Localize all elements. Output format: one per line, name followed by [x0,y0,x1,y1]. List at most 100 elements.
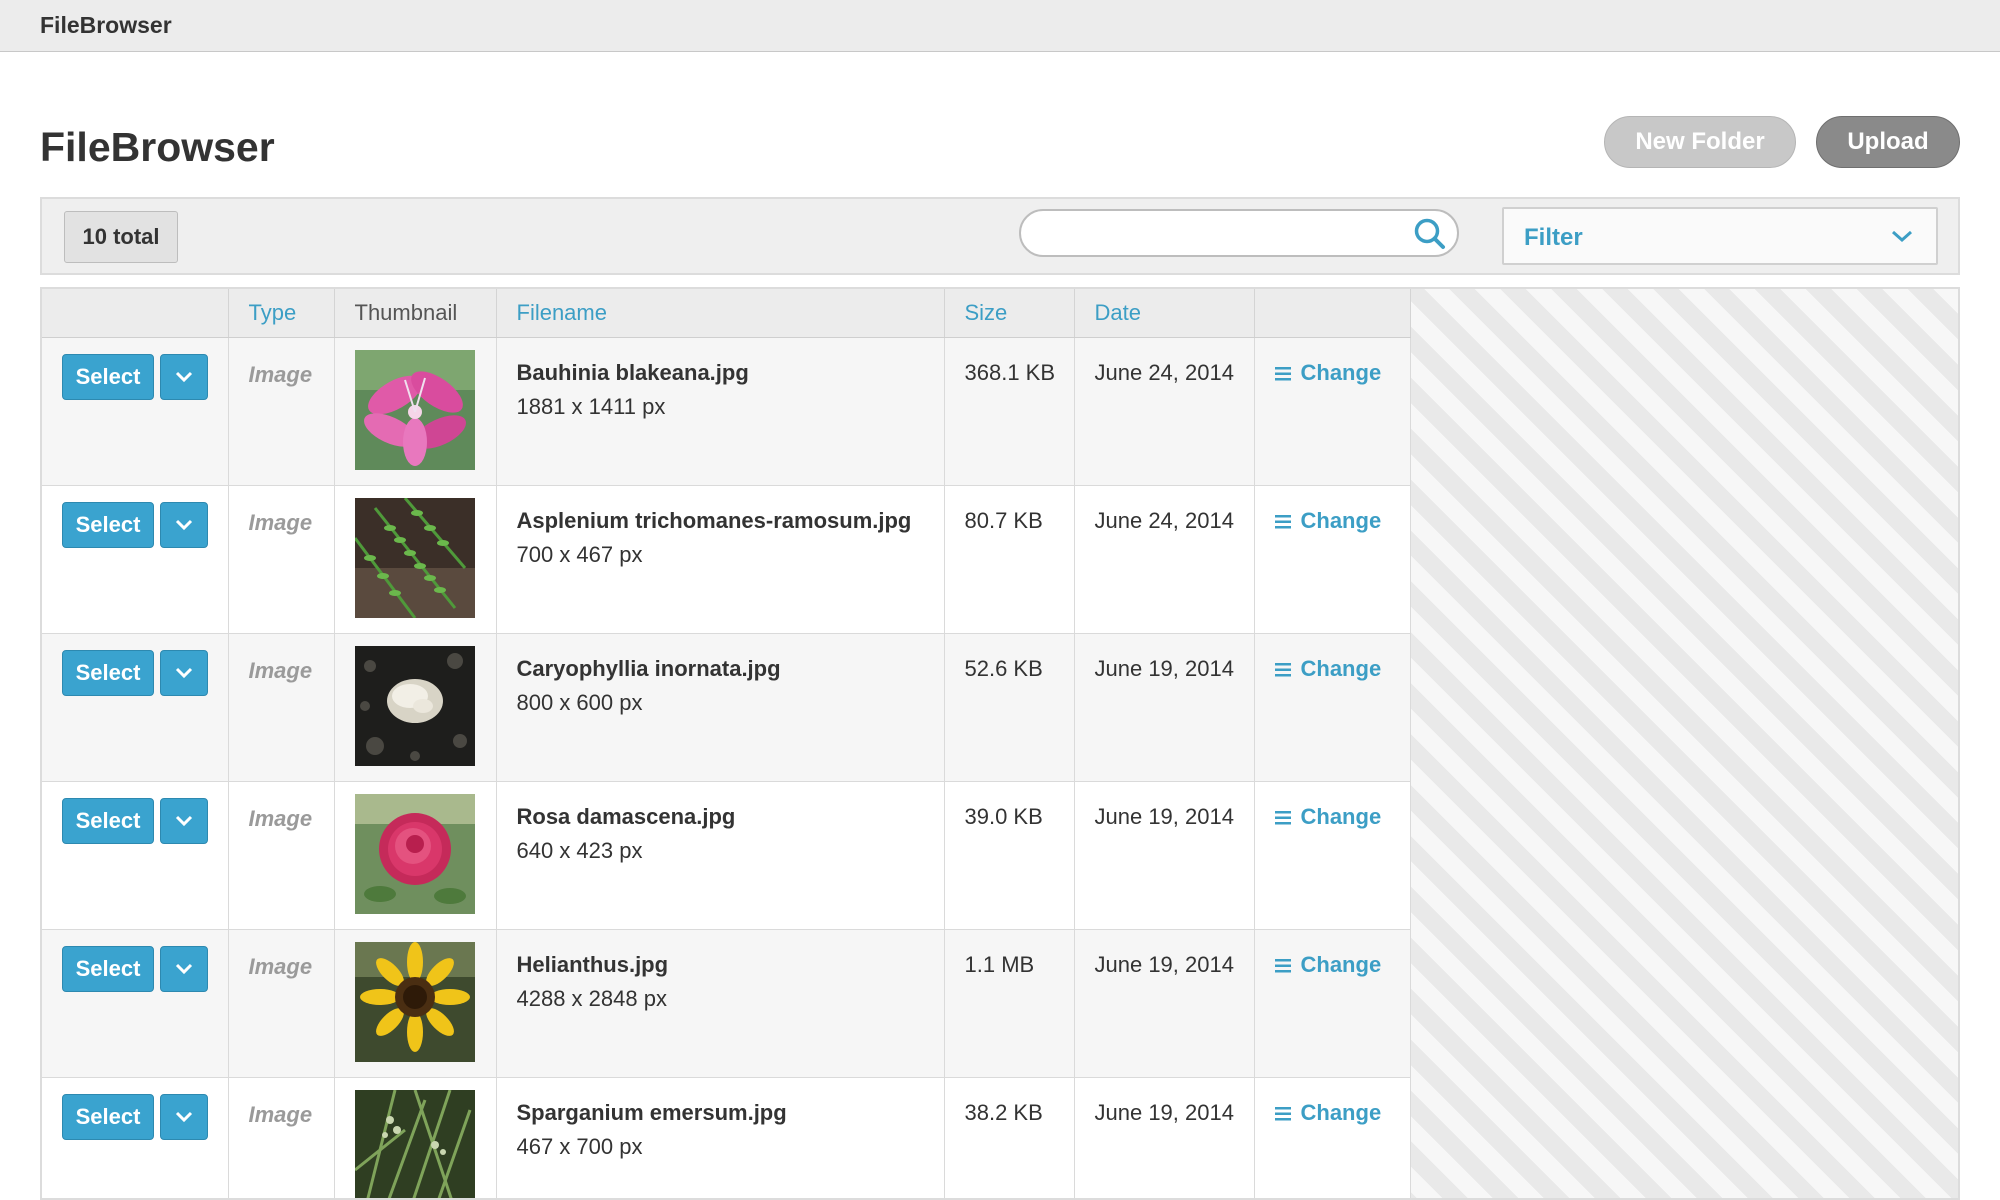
filename: Rosa damascena.jpg [516,803,736,829]
filter-select[interactable]: Filter [1502,207,1938,265]
date-cell: June 19, 2014 [1074,929,1255,1078]
menu-icon [1274,1106,1291,1121]
chevron-down-icon [175,1111,193,1122]
row-actions: Select [42,485,229,634]
thumbnail-cell [334,929,497,1078]
change-cell: Change [1254,929,1411,1078]
select-dropdown-button[interactable] [160,1093,208,1140]
change-link[interactable]: Change [1274,359,1410,386]
thumbnail-image[interactable] [354,349,475,470]
select-button[interactable]: Select [62,353,154,400]
image-dimensions: 700 x 467 px [516,541,643,567]
file-grid: Type Thumbnail Filename Size Date Select… [40,287,1960,1200]
change-label: Change [1300,803,1382,829]
change-link[interactable]: Change [1274,1099,1410,1126]
file-type: Image [248,953,313,979]
size-cell: 38.2 KB [944,1077,1075,1198]
filename: Helianthus.jpg [516,951,669,977]
filename: Bauhinia blakeana.jpg [516,359,749,385]
search-input[interactable] [1039,217,1403,251]
change-link[interactable]: Change [1274,655,1410,682]
date-cell: June 19, 2014 [1074,633,1255,782]
page-title: FileBrowser [40,124,275,170]
file-size: 52.6 KB [964,655,1043,681]
select-dropdown-button[interactable] [160,649,208,696]
column-header-filename[interactable]: Filename [496,289,945,338]
menu-icon [1274,366,1291,381]
change-link[interactable]: Change [1274,803,1410,830]
select-dropdown-button[interactable] [160,353,208,400]
change-cell: Change [1254,337,1411,486]
type-cell: Image [228,781,335,930]
chevron-down-icon [175,815,193,826]
menu-icon [1274,958,1291,973]
type-cell: Image [228,485,335,634]
change-link[interactable]: Change [1274,507,1410,534]
filename-cell: Bauhinia blakeana.jpg 1881 x 1411 px [496,337,945,486]
file-type: Image [248,361,313,387]
new-folder-button[interactable]: New Folder [1604,116,1796,168]
image-dimensions: 1881 x 1411 px [516,393,666,419]
date-cell: June 19, 2014 [1074,781,1255,930]
select-dropdown-button[interactable] [160,945,208,992]
change-label: Change [1300,507,1382,533]
select-dropdown-button[interactable] [160,501,208,548]
row-actions: Select [42,1077,229,1198]
change-link[interactable]: Change [1274,952,1410,978]
menu-icon [1274,662,1291,677]
change-label: Change [1300,655,1382,681]
file-date: June 24, 2014 [1094,359,1234,385]
filename-cell: Asplenium trichomanes-ramosum.jpg 700 x … [496,485,945,634]
column-header-type[interactable]: Type [228,289,335,338]
select-dropdown-button[interactable] [160,797,208,844]
thumbnail-image[interactable] [354,941,475,1062]
change-cell: Change [1254,781,1411,930]
change-label: Change [1300,359,1382,385]
column-header-date[interactable]: Date [1074,289,1255,338]
filename: Asplenium trichomanes-ramosum.jpg [516,507,912,533]
thumbnail-image[interactable] [354,497,475,618]
file-date: June 19, 2014 [1094,803,1234,829]
size-cell: 368.1 KB [944,337,1075,486]
select-button[interactable]: Select [62,649,154,696]
select-button[interactable]: Select [62,1093,154,1140]
file-date: June 19, 2014 [1094,1099,1234,1125]
chevron-down-icon [175,371,193,382]
row-actions: Select [42,633,229,782]
file-date: June 24, 2014 [1094,507,1234,533]
column-header-actions [42,289,229,338]
chevron-down-icon [175,519,193,530]
type-cell: Image [228,337,335,486]
type-cell: Image [228,1077,335,1198]
row-actions: Select [42,929,229,1078]
change-label: Change [1300,1099,1382,1125]
search-icon[interactable] [1413,217,1447,251]
table-row: Select Image [42,781,1411,930]
size-cell: 1.1 MB [944,929,1075,1078]
search-box[interactable] [1019,209,1459,257]
thumbnail-image[interactable] [354,793,475,914]
file-type: Image [248,1101,313,1127]
table-row: Select Image [42,1077,1411,1198]
change-cell: Change [1254,485,1411,634]
table-row: Select Image [42,337,1411,486]
file-size: 80.7 KB [964,507,1043,533]
file-size: 368.1 KB [964,359,1056,385]
upload-button[interactable]: Upload [1816,116,1960,168]
change-cell: Change [1254,1077,1411,1198]
toolbar: 10 total Filter [40,197,1960,275]
select-button[interactable]: Select [62,501,154,548]
thumbnail-image[interactable] [354,1089,475,1198]
filename: Caryophyllia inornata.jpg [516,655,781,681]
menu-icon [1274,810,1291,825]
thumbnail-image[interactable] [354,645,475,766]
column-header-size[interactable]: Size [944,289,1075,338]
select-button[interactable]: Select [62,945,154,992]
type-cell: Image [228,929,335,1078]
total-count-badge: 10 total [64,211,178,263]
select-button[interactable]: Select [62,797,154,844]
row-actions: Select [42,781,229,930]
size-cell: 52.6 KB [944,633,1075,782]
file-table: Type Thumbnail Filename Size Date Select… [42,289,1411,1198]
chevron-down-icon [1890,227,1914,245]
